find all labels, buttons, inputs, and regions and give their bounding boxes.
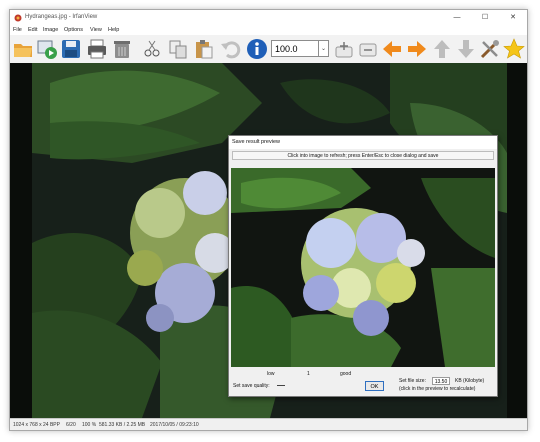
undo-icon[interactable] bbox=[219, 38, 241, 60]
status-filesize: 581.33 KB / 2.25 MB bbox=[99, 422, 146, 428]
quality-good-label: good bbox=[340, 371, 352, 377]
quality-slider[interactable] bbox=[277, 385, 285, 386]
first-icon[interactable] bbox=[431, 38, 453, 60]
next-icon[interactable] bbox=[406, 38, 428, 60]
menu-view[interactable]: View bbox=[90, 27, 102, 33]
maximize-button[interactable]: ☐ bbox=[471, 10, 499, 26]
preview-image[interactable] bbox=[231, 168, 495, 367]
zoom-input[interactable]: 100.0 bbox=[271, 40, 319, 57]
tools-icon[interactable] bbox=[479, 38, 501, 60]
print-icon[interactable] bbox=[86, 38, 108, 60]
previous-icon[interactable] bbox=[381, 38, 403, 60]
preview-photo bbox=[231, 168, 495, 367]
status-bar: 1024 x 768 x 24 BPP 6/20 100 % 581.33 KB… bbox=[10, 418, 527, 430]
file-size-label: Set file size: bbox=[399, 378, 426, 384]
dialog-title: Save result preview bbox=[232, 139, 280, 145]
quality-low-label: low bbox=[267, 371, 275, 377]
title-bar: Hydrangeas.jpg - IrfanView — ☐ ✕ bbox=[10, 10, 527, 26]
dialog-hint: Click into image to refresh; press Enter… bbox=[232, 151, 494, 160]
irfanview-app-icon bbox=[14, 14, 22, 22]
zoom-out-icon[interactable] bbox=[357, 38, 379, 60]
menu-image[interactable]: Image bbox=[43, 27, 58, 33]
menu-options[interactable]: Options bbox=[64, 27, 83, 33]
slideshow-icon[interactable] bbox=[36, 38, 58, 60]
file-size-input[interactable]: 13.50 bbox=[432, 377, 450, 385]
file-size-note: (click in the preview to recalculate) bbox=[399, 386, 476, 392]
status-zoom: 100 % bbox=[82, 422, 97, 428]
menu-bar: File Edit Image Options View Help bbox=[10, 26, 527, 35]
toolbar: 100.0 ⌄ bbox=[10, 35, 527, 64]
close-button[interactable]: ✕ bbox=[499, 10, 527, 26]
menu-edit[interactable]: Edit bbox=[28, 27, 37, 33]
ok-button[interactable]: OK bbox=[365, 381, 384, 391]
status-datetime: 2017/10/05 / 09:23:10 bbox=[150, 422, 199, 428]
dialog-title-bar: Save result preview bbox=[229, 136, 497, 149]
open-folder-icon[interactable] bbox=[12, 38, 34, 60]
zoom-dropdown-button[interactable]: ⌄ bbox=[319, 40, 329, 57]
irfanview-window: Hydrangeas.jpg - IrfanView — ☐ ✕ File Ed… bbox=[9, 9, 528, 431]
favorite-icon[interactable] bbox=[503, 38, 525, 60]
file-size-unit: KB (Kilobyte) bbox=[455, 378, 485, 384]
menu-file[interactable]: File bbox=[13, 27, 22, 33]
delete-icon[interactable] bbox=[111, 38, 133, 60]
cut-icon[interactable] bbox=[141, 38, 163, 60]
quality-value: 1 bbox=[307, 371, 310, 377]
menu-help[interactable]: Help bbox=[108, 27, 119, 33]
status-index: 6/20 bbox=[66, 422, 76, 428]
minimize-button[interactable]: — bbox=[443, 10, 471, 26]
info-icon[interactable] bbox=[246, 38, 268, 60]
zoom-in-icon[interactable] bbox=[333, 38, 355, 60]
quality-label: Set save quality: bbox=[233, 383, 270, 389]
window-title: Hydrangeas.jpg - IrfanView bbox=[25, 14, 98, 20]
save-preview-dialog: Save result preview Click into image to … bbox=[228, 135, 498, 397]
status-dimensions: 1024 x 768 x 24 BPP bbox=[13, 422, 60, 428]
save-icon[interactable] bbox=[60, 38, 82, 60]
paste-icon[interactable] bbox=[193, 38, 215, 60]
last-icon[interactable] bbox=[455, 38, 477, 60]
copy-icon[interactable] bbox=[167, 38, 189, 60]
